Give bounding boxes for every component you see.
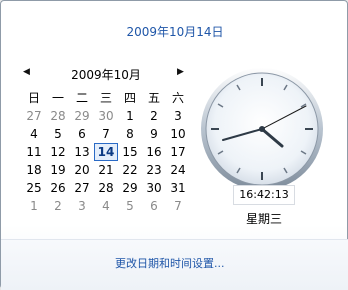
calendar-day[interactable]: 3 [70, 197, 94, 215]
calendar-day[interactable]: 6 [142, 197, 166, 215]
triangle-left-icon: ◀ [23, 67, 30, 77]
calendar-day[interactable]: 15 [118, 143, 142, 161]
calendar-day[interactable]: 30 [142, 179, 166, 197]
clock-face-icon [201, 68, 323, 190]
calendar-day[interactable]: 4 [94, 197, 118, 215]
calendar-day[interactable]: 19 [46, 161, 70, 179]
calendar-day[interactable]: 7 [166, 197, 190, 215]
calendar-day[interactable]: 16 [142, 143, 166, 161]
calendar-day[interactable]: 12 [46, 143, 70, 161]
calendar-day[interactable]: 5 [46, 125, 70, 143]
calendar-day[interactable]: 9 [142, 125, 166, 143]
calendar-day[interactable]: 2 [46, 197, 70, 215]
weekday-label: 日 [27, 91, 40, 105]
calendar-day[interactable]: 18 [22, 161, 46, 179]
weekday-label: 四 [123, 91, 136, 105]
calendar-day[interactable]: 4 [22, 125, 46, 143]
change-date-time-settings-link[interactable]: 更改日期和时间设置... [115, 255, 225, 271]
month-title[interactable]: 2009年10月 [41, 66, 171, 83]
triangle-right-icon: ▶ [177, 67, 184, 77]
calendar-day[interactable]: 25 [22, 179, 46, 197]
analog-clock [199, 66, 325, 192]
calendar-day[interactable]: 26 [46, 179, 70, 197]
date-time-flyout: 2009年10月14日 ◀ 2009年10月 ▶ 日 一 二 三 四 五 六 2… [0, 0, 348, 290]
calendar-day[interactable]: 30 [94, 107, 118, 125]
calendar-day[interactable]: 2 [142, 107, 166, 125]
calendar-day[interactable]: 21 [94, 161, 118, 179]
calendar-grid: 日 一 二 三 四 五 六 27 28 29 30 1 2 3 4 5 6 7 … [22, 89, 190, 215]
calendar-day[interactable]: 5 [118, 197, 142, 215]
calendar-day[interactable]: 29 [70, 107, 94, 125]
calendar-day[interactable]: 13 [70, 143, 94, 161]
previous-month-button[interactable]: ◀ [23, 67, 33, 77]
weekday-label: 五 [147, 91, 160, 105]
calendar-day[interactable]: 8 [118, 125, 142, 143]
calendar-day[interactable]: 10 [166, 125, 190, 143]
next-month-button[interactable]: ▶ [177, 67, 187, 77]
current-date-link[interactable]: 2009年10月14日 [1, 23, 348, 40]
weekday-label: 六 [171, 91, 184, 105]
calendar-day[interactable]: 11 [22, 143, 46, 161]
digital-time: 16:42:13 [233, 185, 295, 205]
calendar-day[interactable]: 20 [70, 161, 94, 179]
calendar-day[interactable]: 6 [70, 125, 94, 143]
weekday-label: 二 [75, 91, 88, 105]
calendar-day[interactable]: 23 [142, 161, 166, 179]
calendar-day[interactable]: 24 [166, 161, 190, 179]
calendar-day[interactable]: 27 [70, 179, 94, 197]
calendar-day[interactable]: 3 [166, 107, 190, 125]
calendar-day[interactable]: 27 [22, 107, 46, 125]
weekday-label: 一 [51, 91, 64, 105]
calendar-day[interactable]: 1 [22, 197, 46, 215]
calendar-day[interactable]: 28 [46, 107, 70, 125]
calendar-day[interactable]: 22 [118, 161, 142, 179]
calendar-day[interactable]: 17 [166, 143, 190, 161]
calendar-day[interactable]: 29 [118, 179, 142, 197]
calendar-day-selected[interactable]: 14 [94, 143, 118, 161]
calendar-day[interactable]: 31 [166, 179, 190, 197]
calendar-day[interactable]: 1 [118, 107, 142, 125]
calendar-day[interactable]: 7 [94, 125, 118, 143]
calendar-day[interactable]: 28 [94, 179, 118, 197]
weekday-label: 三 [99, 91, 112, 105]
weekday-text: 星期三 [245, 212, 282, 226]
